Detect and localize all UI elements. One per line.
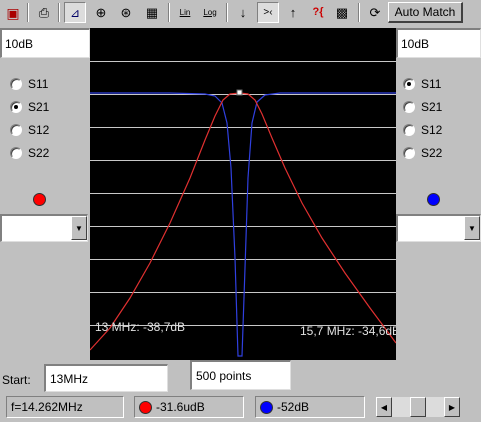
left-param-radio-group: S11 S21 S12 S22 [10,72,82,164]
graph-canvas: 13 MHz: -38,7dB 15,7 MHz: -34,6dB [90,61,396,357]
toolbar-separator [168,3,170,22]
radio-button[interactable] [403,100,415,113]
left-scale-field[interactable]: 10dB [0,28,90,58]
radio-button[interactable] [403,77,415,90]
frequency-status: f=14.262MHz [6,396,124,418]
radio-label: S11 [421,76,442,91]
scroll-thumb[interactable] [410,397,426,417]
radio-button[interactable] [403,123,415,136]
toolbar-separator [58,3,60,22]
radio-label: S22 [421,145,443,160]
horizontal-scrollbar[interactable]: ◀ ▶ [376,397,460,417]
toolbar-separator [358,3,360,22]
red-marker-icon [33,193,46,206]
blue-reading-status: -52dB [255,396,365,418]
arrow-up-icon[interactable]: ↑ [282,2,304,23]
refresh-icon[interactable]: ⟳ [364,2,386,23]
blue-marker-icon [427,193,440,206]
radio-button[interactable] [10,77,22,90]
points-input[interactable]: 500 points [190,360,291,390]
smith-chart-icon[interactable]: ⊕ [90,2,112,23]
red-reading: -31.6udB [156,400,205,414]
blue-trace [90,92,396,357]
right-trace-select[interactable]: ▼ [396,214,481,242]
radio-button[interactable] [10,100,22,113]
toolbar-separator [226,3,228,22]
red-reading-status: -31.6udB [134,396,244,418]
start-label: Start: [2,373,31,387]
scroll-left-icon[interactable]: ◀ [376,397,392,417]
frequency-readout: f=14.262MHz [11,400,83,414]
red-dot-icon [139,400,152,414]
left-radio-s21[interactable]: S21 [10,95,82,118]
scroll-right-icon[interactable]: ▶ [444,397,460,417]
polar-chart-icon[interactable]: ⊛ [115,2,137,23]
right-radio-s11[interactable]: S11 [403,72,475,95]
left-radio-s11[interactable]: S11 [10,72,82,95]
radio-label: S12 [28,122,50,137]
toolbar-separator [27,3,29,22]
right-radio-s21[interactable]: S21 [403,95,475,118]
log-scale-icon[interactable]: Log [199,2,221,23]
left-trace-select[interactable]: ▼ [0,214,88,242]
radio-label: S21 [421,99,443,114]
left-frequency-label: 13 MHz: -38,7dB [95,320,185,334]
arrow-down-icon[interactable]: ↓ [232,2,254,23]
blue-reading: -52dB [277,400,310,414]
linear-scale-icon[interactable]: Lin [174,2,196,23]
right-radio-s12[interactable]: S12 [403,118,475,141]
radio-label: S11 [28,76,49,91]
radio-button[interactable] [10,123,22,136]
table-view-icon[interactable]: ▦ [141,2,163,23]
print-icon[interactable]: ⎙ [33,2,55,23]
radio-button[interactable] [403,146,415,159]
calibration-icon[interactable]: ▩ [331,2,353,23]
blue-dot-icon [260,400,273,414]
right-param-radio-group: S11 S21 S12 S22 [403,72,475,164]
radio-label: S12 [421,122,443,137]
toolbar: ▣ ⎙ ⊿ ⊕ ⊛ ▦ Lin Log ↓ >‹ ↑ ?{ ▩ ⟳ Auto M… [0,0,481,26]
left-radio-s12[interactable]: S12 [10,118,82,141]
left-radio-s22[interactable]: S22 [10,141,82,164]
radio-label: S21 [28,99,50,114]
start-frequency-input[interactable]: 13MHz [44,364,168,392]
zoom-in-icon[interactable]: >‹ [257,2,279,23]
right-frequency-label: 15,7 MHz: -34,6dB [300,324,396,338]
radio-label: S22 [28,145,50,160]
response-graph[interactable]: 13 MHz: -38,7dB 15,7 MHz: -34,6dB [90,28,396,360]
radio-button[interactable] [10,146,22,159]
cursor-marker[interactable] [236,89,243,96]
right-scale-field[interactable]: 10dB [396,28,481,58]
save-icon[interactable]: ▣ [2,2,24,23]
right-radio-s22[interactable]: S22 [403,141,475,164]
auto-match-button[interactable]: Auto Match [388,2,463,23]
grid-lines [90,61,396,326]
chevron-down-icon[interactable]: ▼ [71,216,87,240]
chevron-down-icon[interactable]: ▼ [464,216,480,240]
graph-view-icon[interactable]: ⊿ [64,2,86,23]
help-icon[interactable]: ?{ [307,2,329,23]
